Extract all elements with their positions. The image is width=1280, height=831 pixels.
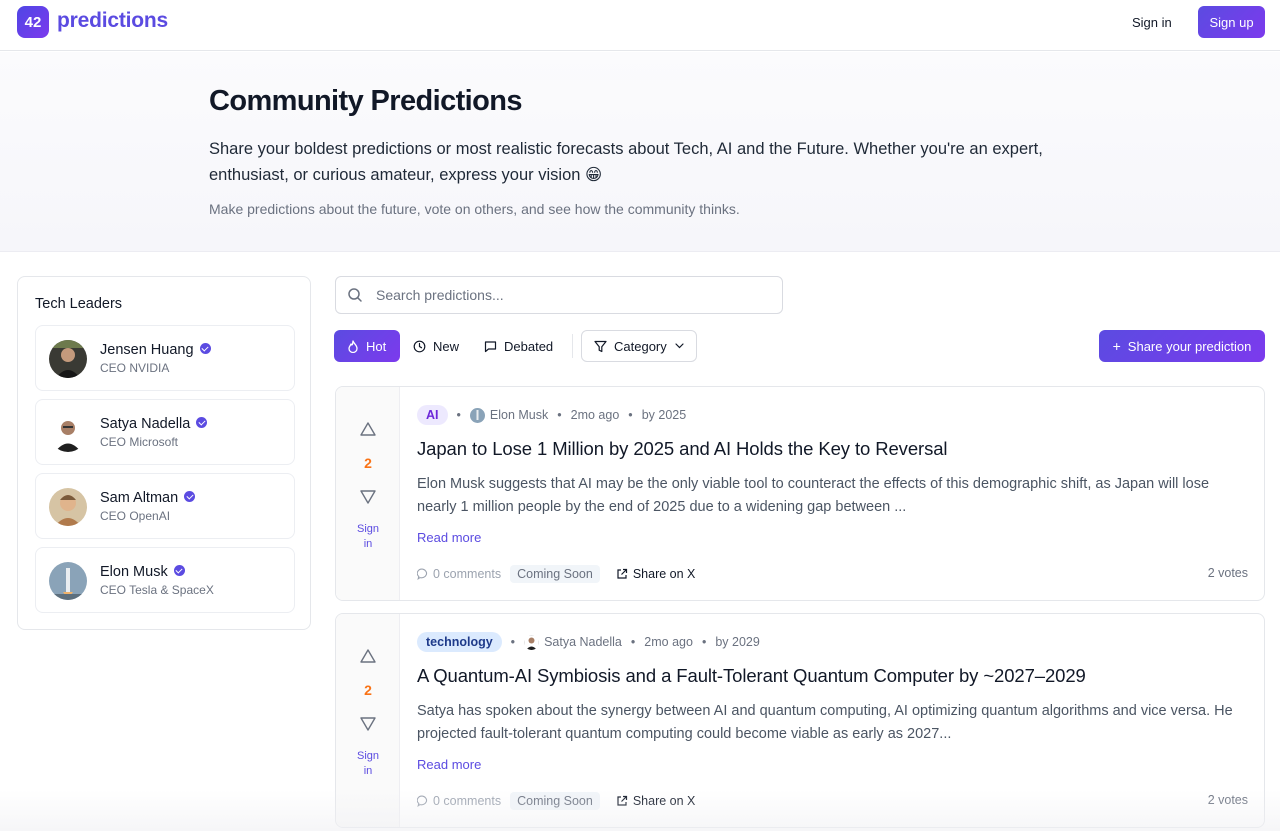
filter-debated-label: Debated (504, 338, 554, 354)
prediction-card[interactable]: 2 Sign in technology • Satya Nadella • 2m… (335, 613, 1265, 828)
leader-role: CEO Microsoft (100, 435, 179, 449)
avatar (49, 340, 87, 378)
author-avatar (469, 407, 485, 423)
comments-count: 0 comments (417, 794, 501, 808)
target-date: by 2025 (641, 408, 687, 422)
filter-hot-label: Hot (366, 338, 387, 354)
hero-description: Share your boldest predictions or most r… (209, 140, 1043, 184)
leader-role: CEO NVIDIA (100, 361, 170, 375)
search-box (335, 276, 783, 314)
search-icon (347, 287, 363, 308)
downvote-icon[interactable] (358, 488, 378, 511)
verified-icon (184, 491, 196, 502)
leader-card-satya-nadella[interactable]: Satya Nadella CEO Microsoft (35, 399, 295, 465)
prediction-description: Satya has spoken about the synergy betwe… (417, 703, 1233, 742)
share-prediction-label: Share your prediction (1127, 338, 1252, 354)
vote-column: 2 Sign in (336, 387, 400, 600)
vote-signin-link[interactable]: Sign in (336, 749, 400, 779)
prediction-footer: 0 comments Coming Soon Share on X (417, 564, 695, 584)
avatar (49, 488, 87, 526)
filter-new-button[interactable]: New (403, 330, 467, 362)
upvote-icon[interactable] (358, 647, 378, 670)
coming-soon-badge: Coming Soon (510, 792, 600, 810)
vote-signin-link[interactable]: Sign in (336, 522, 400, 552)
avatar (49, 414, 87, 452)
sidebar-title: Tech Leaders (35, 296, 123, 312)
comment-icon (417, 795, 428, 807)
filter-debated-button[interactable]: Debated (474, 330, 564, 362)
prediction-card[interactable]: 2 Sign in AI • Elon Musk • 2mo ago • by 2… (335, 386, 1265, 601)
upvote-icon[interactable] (358, 420, 378, 443)
leader-role: CEO Tesla & SpaceX (100, 583, 214, 597)
prediction-meta: technology • Satya Nadella • 2mo ago • b… (417, 631, 760, 653)
tech-leaders-panel: Tech Leaders Jensen Huang CEO NVIDIA Sat… (17, 276, 311, 630)
verified-icon (199, 343, 211, 354)
comments-count: 0 comments (417, 567, 501, 581)
prediction-title[interactable]: A Quantum-AI Symbiosis and a Fault-Toler… (417, 665, 1086, 687)
verified-icon (173, 565, 185, 576)
search-input[interactable] (376, 278, 776, 312)
plus-icon: + (1112, 338, 1121, 354)
vote-column: 2 Sign in (336, 614, 400, 827)
share-on-x-button[interactable]: Share on X (616, 567, 695, 581)
read-more-link[interactable]: Read more (417, 530, 481, 545)
leader-name: Jensen Huang (100, 342, 211, 358)
votes-count: 2 votes (1207, 566, 1248, 580)
leader-name: Satya Nadella (100, 416, 208, 432)
chevron-down-icon (675, 343, 684, 349)
filter-icon (594, 340, 607, 353)
target-date: by 2029 (715, 635, 760, 649)
filter-new-label: New (433, 338, 460, 354)
prediction-title[interactable]: Japan to Lose 1 Million by 2025 and AI H… (417, 438, 948, 460)
prediction-meta: AI • Elon Musk • 2mo ago • by 2025 (417, 404, 686, 426)
author-avatar (524, 634, 540, 650)
clock-icon (413, 340, 426, 353)
post-time: 2mo ago (570, 408, 620, 422)
hero-section: Community Predictions Share your boldest… (0, 52, 1280, 252)
leader-card-jensen-huang[interactable]: Jensen Huang CEO NVIDIA (35, 325, 295, 391)
comment-icon (417, 568, 428, 580)
category-tag[interactable]: AI (417, 405, 448, 425)
filter-divider (572, 334, 573, 358)
verified-icon (196, 417, 208, 428)
leader-name: Elon Musk (100, 564, 185, 580)
message-icon (484, 340, 497, 353)
coming-soon-badge: Coming Soon (510, 565, 600, 583)
page-title: Community Predictions (209, 85, 522, 117)
top-nav: 42 predictions Sign in Sign up (0, 0, 1280, 51)
category-label: Category (614, 338, 667, 354)
read-more-link[interactable]: Read more (417, 757, 481, 772)
filter-hot-button[interactable]: Hot (334, 330, 400, 362)
leader-name: Sam Altman (100, 490, 196, 506)
share-on-x-button[interactable]: Share on X (616, 794, 695, 808)
post-time: 2mo ago (644, 635, 693, 649)
votes-count: 2 votes (1207, 793, 1248, 807)
prediction-footer: 0 comments Coming Soon Share on X (417, 791, 695, 811)
external-link-icon (617, 795, 627, 806)
flame-icon (347, 339, 359, 353)
category-dropdown[interactable]: Category (581, 330, 697, 362)
external-link-icon (617, 568, 627, 579)
vote-score: 2 (364, 682, 372, 698)
logo-text[interactable]: predictions (57, 9, 168, 33)
leader-card-elon-musk[interactable]: Elon Musk CEO Tesla & SpaceX (35, 547, 295, 613)
avatar (49, 562, 87, 600)
logo-badge[interactable]: 42 (17, 6, 49, 38)
author-name[interactable]: Satya Nadella (544, 635, 622, 649)
leader-role: CEO OpenAI (100, 509, 171, 523)
downvote-icon[interactable] (358, 715, 378, 738)
author-name[interactable]: Elon Musk (490, 408, 548, 422)
category-tag[interactable]: technology (417, 632, 502, 652)
signup-button[interactable]: Sign up (1198, 6, 1265, 38)
leader-card-sam-altman[interactable]: Sam Altman CEO OpenAI (35, 473, 295, 539)
vote-score: 2 (364, 455, 372, 471)
share-prediction-button[interactable]: + Share your prediction (1099, 330, 1265, 362)
hero-subtitle: Make predictions about the future, vote … (209, 201, 740, 217)
prediction-description: Elon Musk suggests that AI may be the on… (417, 476, 1210, 515)
signin-link[interactable]: Sign in (1126, 13, 1178, 32)
